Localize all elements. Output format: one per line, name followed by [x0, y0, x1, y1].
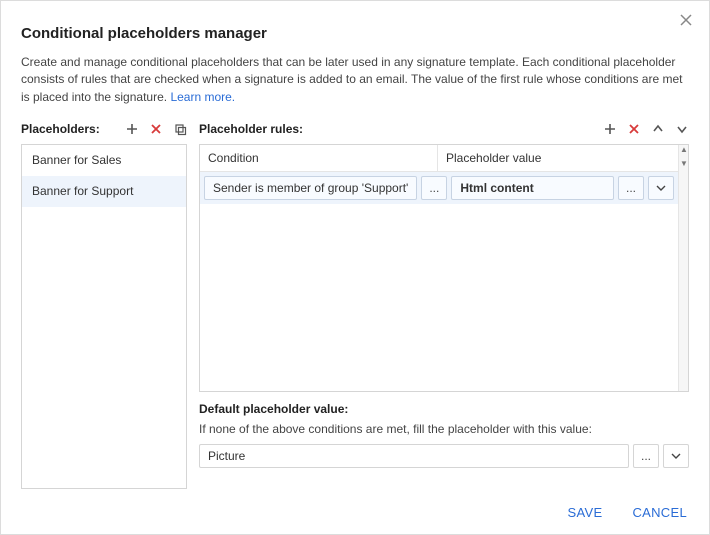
add-rule-icon[interactable] — [603, 122, 617, 136]
edit-condition-button[interactable]: ... — [421, 176, 447, 200]
rules-panel: Placeholder rules: — [199, 118, 689, 489]
edit-value-button[interactable]: ... — [618, 176, 644, 200]
rule-value-text[interactable]: Html content — [451, 176, 614, 200]
default-label: Default placeholder value: — [199, 402, 689, 416]
rules-table: ▲ ▼ Condition Placeholder value Sender i… — [199, 144, 689, 392]
dialog: Conditional placeholders manager Create … — [0, 0, 710, 535]
page-title: Conditional placeholders manager — [21, 25, 689, 42]
close-icon[interactable] — [679, 13, 695, 29]
scroll-down-icon[interactable]: ▼ — [679, 159, 689, 169]
dialog-footer: SAVE CANCEL — [21, 489, 689, 524]
scroll-up-icon[interactable]: ▲ — [679, 145, 689, 155]
rule-condition-text[interactable]: Sender is member of group 'Support' — [204, 176, 417, 200]
columns: Placeholders: Banner for Sales Banner fo… — [21, 118, 689, 489]
default-section: Default placeholder value: If none of th… — [199, 402, 689, 468]
placeholders-list: Banner for Sales Banner for Support — [21, 144, 187, 489]
rules-scrollbar[interactable]: ▲ ▼ — [678, 145, 688, 391]
rules-label: Placeholder rules: — [199, 122, 303, 136]
placeholders-panel: Placeholders: Banner for Sales Banner fo… — [21, 118, 187, 489]
default-value-row: Picture ... — [199, 444, 689, 468]
column-value: Placeholder value — [438, 145, 678, 171]
learn-more-link[interactable]: Learn more. — [170, 90, 235, 104]
cancel-button[interactable]: CANCEL — [630, 501, 689, 524]
value-dropdown-button[interactable] — [648, 176, 674, 200]
copy-placeholder-icon[interactable] — [173, 122, 187, 136]
rule-value-cell: Html content ... — [451, 176, 674, 200]
intro-body: Create and manage conditional placeholde… — [21, 55, 682, 104]
default-help: If none of the above conditions are met,… — [199, 422, 689, 436]
rules-body: Sender is member of group 'Support' ... … — [200, 172, 678, 391]
placeholders-label: Placeholders: — [21, 122, 100, 136]
default-value-text[interactable]: Picture — [199, 444, 629, 468]
rule-condition-cell: Sender is member of group 'Support' ... — [204, 176, 447, 200]
delete-placeholder-icon[interactable] — [149, 122, 163, 136]
add-placeholder-icon[interactable] — [125, 122, 139, 136]
rules-toolbar — [603, 122, 689, 136]
save-button[interactable]: SAVE — [566, 501, 605, 524]
rules-column-headers: Condition Placeholder value — [200, 145, 678, 172]
rules-header-bar: Placeholder rules: — [199, 118, 689, 140]
placeholders-toolbar — [125, 122, 187, 136]
placeholders-header: Placeholders: — [21, 118, 187, 140]
delete-rule-icon[interactable] — [627, 122, 641, 136]
default-edit-button[interactable]: ... — [633, 444, 659, 468]
move-rule-down-icon[interactable] — [675, 122, 689, 136]
placeholder-item[interactable]: Banner for Support — [22, 176, 186, 207]
rule-row[interactable]: Sender is member of group 'Support' ... … — [200, 172, 678, 204]
column-condition: Condition — [200, 145, 438, 171]
default-dropdown-button[interactable] — [663, 444, 689, 468]
move-rule-up-icon[interactable] — [651, 122, 665, 136]
intro-text: Create and manage conditional placeholde… — [21, 54, 689, 106]
placeholder-item[interactable]: Banner for Sales — [22, 145, 186, 176]
